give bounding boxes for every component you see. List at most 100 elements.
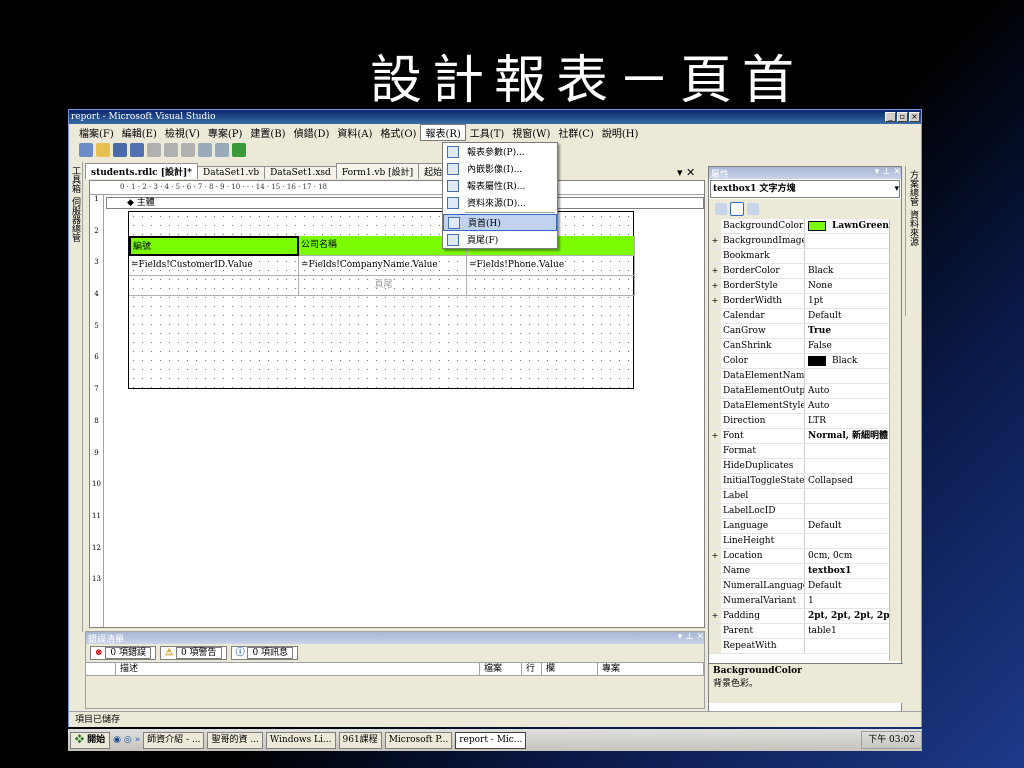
property-value[interactable]	[805, 534, 901, 548]
property-row[interactable]: LineHeight	[709, 534, 901, 549]
property-value[interactable]	[805, 489, 901, 503]
menu-item[interactable]: 檔案(F)	[75, 125, 118, 140]
property-value[interactable]	[805, 249, 901, 263]
table-detail-row[interactable]: =Fields!CustomerID.Value =Fields!Company…	[129, 256, 635, 276]
property-value[interactable]	[805, 459, 901, 473]
doc-tab[interactable]: DataSet1.vb	[196, 166, 266, 179]
property-value[interactable]: textbox1	[805, 564, 901, 578]
footer-cell[interactable]: 頁尾	[299, 276, 467, 296]
cut-icon[interactable]	[147, 143, 161, 157]
property-row[interactable]: DataElementStyle Auto	[709, 399, 901, 414]
property-scrollbar[interactable]	[889, 219, 901, 661]
property-value[interactable]	[805, 504, 901, 518]
redo-icon[interactable]	[215, 143, 229, 157]
property-row[interactable]: NumeralLanguage Default	[709, 579, 901, 594]
expand-icon[interactable]: +	[709, 234, 721, 248]
errors-filter-button[interactable]: ⊗ 0 項錯誤	[90, 646, 157, 660]
property-value[interactable]: LTR	[805, 414, 901, 428]
property-row[interactable]: HideDuplicates	[709, 459, 901, 474]
quick-launch-icon[interactable]: ◉ ◎ »	[113, 735, 140, 745]
alphabetical-icon[interactable]	[730, 202, 744, 216]
property-value[interactable]: None	[805, 279, 901, 293]
column-header[interactable]: 行	[522, 663, 542, 675]
property-row[interactable]: Color Black	[709, 354, 901, 369]
report-menu-item[interactable]: 報表屬性(R)...	[443, 177, 557, 194]
copy-icon[interactable]	[164, 143, 178, 157]
property-row[interactable]: Direction LTR	[709, 414, 901, 429]
panel-pin-icon[interactable]: ▾ ⊥ ✕	[875, 167, 901, 179]
property-value[interactable]: False	[805, 339, 901, 353]
property-row[interactable]: Language Default	[709, 519, 901, 534]
property-value[interactable]: Default	[805, 579, 901, 593]
property-value[interactable]: Collapsed	[805, 474, 901, 488]
new-project-icon[interactable]	[79, 143, 93, 157]
property-value[interactable]: table1	[805, 624, 901, 638]
expand-icon[interactable]: +	[709, 294, 721, 308]
expand-icon[interactable]: +	[709, 264, 721, 278]
property-value[interactable]	[805, 369, 901, 383]
menu-item[interactable]: 視窗(W)	[508, 125, 554, 140]
report-menu-item[interactable]: 頁尾(F)	[443, 231, 557, 248]
property-value[interactable]	[805, 639, 901, 653]
property-value[interactable]: Default	[805, 519, 901, 533]
report-menu-item[interactable]: 內嵌影像(I)...	[443, 160, 557, 177]
warnings-filter-button[interactable]: ⚠ 0 項警告	[160, 646, 227, 660]
undo-icon[interactable]	[198, 143, 212, 157]
menu-item[interactable]: 建置(B)	[246, 125, 289, 140]
property-row[interactable]: + Padding 2pt, 2pt, 2pt, 2pt	[709, 609, 901, 624]
property-value[interactable]: LawnGreen	[805, 219, 901, 233]
report-menu-item[interactable]: 報表參數(P)...	[443, 143, 557, 160]
property-row[interactable]: Parent table1	[709, 624, 901, 639]
property-row[interactable]: Name textbox1	[709, 564, 901, 579]
tab-close-icon[interactable]: ▾ ✕	[677, 166, 695, 179]
taskbar-button[interactable]: 961課程	[338, 731, 382, 749]
menu-item[interactable]: 報表(R)	[420, 123, 466, 141]
property-value[interactable]: Normal, 新細明體	[805, 429, 901, 443]
column-header[interactable]: 專案	[598, 663, 704, 675]
detail-cell[interactable]: =Fields!Phone.Value	[467, 256, 635, 276]
close-button[interactable]: ×	[909, 112, 920, 122]
property-row[interactable]: Label	[709, 489, 901, 504]
property-value[interactable]: Default	[805, 309, 901, 323]
property-row[interactable]: + BorderStyle None	[709, 279, 901, 294]
detail-cell[interactable]: =Fields!CompanyName.Value	[299, 256, 467, 276]
table-header-row[interactable]: 編號 公司名稱 Phone	[129, 236, 635, 256]
table-footer-row[interactable]: 頁尾	[129, 276, 635, 296]
column-header[interactable]: 欄	[542, 663, 598, 675]
expand-icon[interactable]: +	[709, 549, 721, 563]
property-row[interactable]: DataElementOutputAuto	[709, 384, 901, 399]
doc-tab[interactable]: students.rdlc [設計]*	[85, 163, 198, 179]
panel-pin-icon[interactable]: ▾ ⊥ ✕	[678, 632, 704, 644]
categorized-icon[interactable]	[715, 203, 727, 215]
menu-item[interactable]: 偵錯(D)	[290, 125, 334, 140]
doc-tab[interactable]: Form1.vb [設計]	[335, 163, 420, 179]
property-row[interactable]: LabelLocID	[709, 504, 901, 519]
property-row[interactable]: NumeralVariant 1	[709, 594, 901, 609]
property-row[interactable]: InitialToggleState Collapsed	[709, 474, 901, 489]
report-table[interactable]: 編號 公司名稱 Phone =Fields!CustomerID.Value =…	[129, 236, 635, 296]
property-pages-icon[interactable]	[747, 203, 759, 215]
detail-cell[interactable]: =Fields!CustomerID.Value	[129, 256, 299, 276]
menu-item[interactable]: 工具(T)	[466, 125, 508, 140]
property-value[interactable]	[805, 444, 901, 458]
server-explorer-tab[interactable]: 伺服器總管	[69, 197, 82, 242]
property-row[interactable]: + BorderColor Black	[709, 264, 901, 279]
property-value[interactable]: Black	[805, 354, 901, 368]
start-button[interactable]: ❖ 開始	[70, 731, 111, 749]
property-value[interactable]: 1pt	[805, 294, 901, 308]
property-row[interactable]: CanShrink False	[709, 339, 901, 354]
menu-item[interactable]: 檢視(V)	[161, 125, 204, 140]
toolbox-tab[interactable]: 工具箱	[69, 166, 82, 193]
property-row[interactable]: Calendar Default	[709, 309, 901, 324]
taskbar-button[interactable]: Microsoft P...	[384, 731, 453, 749]
solution-explorer-tab[interactable]: 方案總管	[907, 170, 920, 206]
taskbar-button[interactable]: report - Mic...	[455, 731, 527, 749]
paste-icon[interactable]	[181, 143, 195, 157]
column-header[interactable]: 描述	[116, 663, 480, 675]
report-menu-item[interactable]: 頁首(H)	[443, 214, 557, 231]
property-row[interactable]: Format	[709, 444, 901, 459]
save-icon[interactable]	[113, 143, 127, 157]
maximize-button[interactable]: ▫	[897, 112, 908, 122]
property-value[interactable]: 2pt, 2pt, 2pt, 2pt	[805, 609, 901, 623]
property-value[interactable]: Auto	[805, 384, 901, 398]
